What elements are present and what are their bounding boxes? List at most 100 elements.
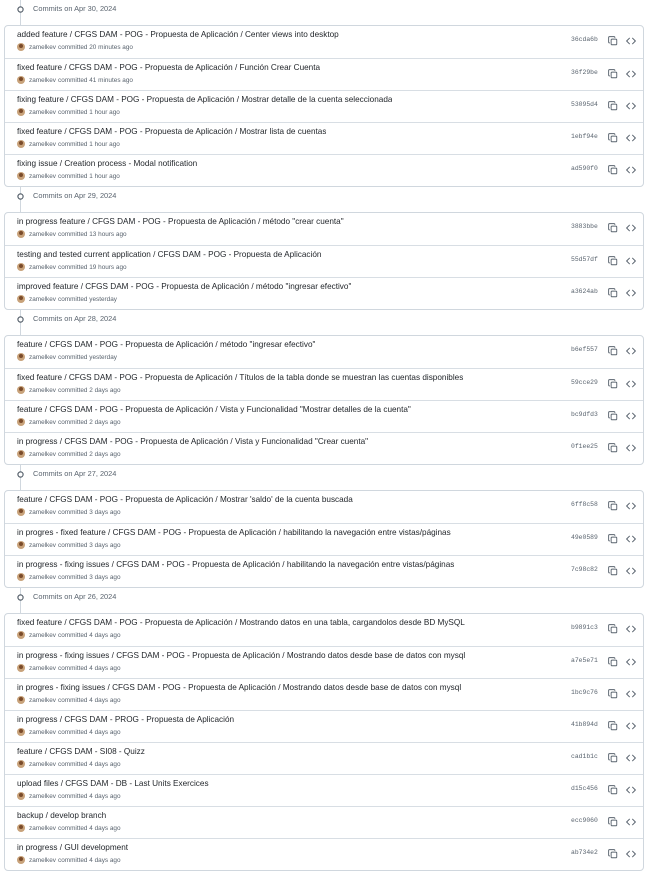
commit-sha-link[interactable]: a7e5e71 [571,657,598,664]
copy-icon[interactable] [607,410,618,421]
avatar[interactable] [17,295,25,303]
commit-title-link[interactable]: feature / CFGS DAM - SI08 - Quizz [17,747,145,756]
avatar[interactable] [17,353,25,361]
commit-sha-link[interactable]: b9891c3 [571,624,598,631]
copy-icon[interactable] [607,255,618,266]
commit-sha-link[interactable]: 6ff8c58 [571,501,598,508]
commit-author[interactable]: zamelkev [29,665,56,672]
code-icon[interactable] [625,345,636,356]
avatar[interactable] [17,418,25,426]
avatar[interactable] [17,140,25,148]
copy-icon[interactable] [607,688,618,699]
code-icon[interactable] [625,623,636,634]
code-icon[interactable] [625,533,636,544]
commit-author[interactable]: zamelkev [29,542,56,549]
copy-icon[interactable] [607,720,618,731]
avatar[interactable] [17,450,25,458]
code-icon[interactable] [625,656,636,667]
code-icon[interactable] [625,752,636,763]
commit-author[interactable]: zamelkev [29,173,56,180]
commit-title-link[interactable]: testing and tested current application /… [17,250,321,259]
copy-icon[interactable] [607,752,618,763]
copy-icon[interactable] [607,565,618,576]
commit-sha-link[interactable]: a3624ab [571,288,598,295]
commit-title-link[interactable]: fixed feature / CFGS DAM - POG - Propues… [17,618,465,627]
commit-sha-link[interactable]: cad1b1c [571,753,598,760]
code-icon[interactable] [625,688,636,699]
commit-title-link[interactable]: improved feature / CFGS DAM - POG - Prop… [17,282,351,291]
avatar[interactable] [17,76,25,84]
commit-author[interactable]: zamelkev [29,761,56,768]
commit-sha-link[interactable]: d15c456 [571,785,598,792]
commit-sha-link[interactable]: 55d57df [571,256,598,263]
copy-icon[interactable] [607,784,618,795]
commit-author[interactable]: zamelkev [29,793,56,800]
copy-icon[interactable] [607,816,618,827]
commit-sha-link[interactable]: b6ef557 [571,346,598,353]
copy-icon[interactable] [607,500,618,511]
commit-title-link[interactable]: feature / CFGS DAM - POG - Propuesta de … [17,340,315,349]
avatar[interactable] [17,760,25,768]
copy-icon[interactable] [607,442,618,453]
code-icon[interactable] [625,164,636,175]
code-icon[interactable] [625,784,636,795]
commit-sha-link[interactable]: 36f29be [571,69,598,76]
code-icon[interactable] [625,720,636,731]
copy-icon[interactable] [607,533,618,544]
commit-sha-link[interactable]: ecc9060 [571,817,598,824]
code-icon[interactable] [625,848,636,859]
avatar[interactable] [17,573,25,581]
avatar[interactable] [17,631,25,639]
commit-author[interactable]: zamelkev [29,857,56,864]
commit-title-link[interactable]: in progress feature / CFGS DAM - POG - P… [17,217,344,226]
code-icon[interactable] [625,442,636,453]
commit-author[interactable]: zamelkev [29,231,56,238]
code-icon[interactable] [625,565,636,576]
commit-author[interactable]: zamelkev [29,109,56,116]
avatar[interactable] [17,263,25,271]
code-icon[interactable] [625,100,636,111]
code-icon[interactable] [625,132,636,143]
commit-author[interactable]: zamelkev [29,387,56,394]
commit-title-link[interactable]: in progress / CFGS DAM - POG - Propuesta… [17,437,368,446]
commit-title-link[interactable]: added feature / CFGS DAM - POG - Propues… [17,30,339,39]
copy-icon[interactable] [607,35,618,46]
avatar[interactable] [17,508,25,516]
commit-author[interactable]: zamelkev [29,296,56,303]
commit-sha-link[interactable]: 7c98c82 [571,566,598,573]
commit-sha-link[interactable]: ad590f0 [571,165,598,172]
avatar[interactable] [17,792,25,800]
copy-icon[interactable] [607,623,618,634]
copy-icon[interactable] [607,100,618,111]
copy-icon[interactable] [607,656,618,667]
code-icon[interactable] [625,500,636,511]
copy-icon[interactable] [607,68,618,79]
avatar[interactable] [17,728,25,736]
commit-title-link[interactable]: in progress / GUI development [17,843,128,852]
commit-author[interactable]: zamelkev [29,264,56,271]
commit-title-link[interactable]: feature / CFGS DAM - POG - Propuesta de … [17,495,353,504]
commit-title-link[interactable]: fixed feature / CFGS DAM - POG - Propues… [17,373,463,382]
commit-author[interactable]: zamelkev [29,44,56,51]
commit-sha-link[interactable]: ab734e2 [571,849,598,856]
commit-sha-link[interactable]: 0f1ee25 [571,443,598,450]
code-icon[interactable] [625,287,636,298]
commit-title-link[interactable]: in progress - fixing issues / CFGS DAM -… [17,560,454,569]
commit-title-link[interactable]: in progres - fixing issues / CFGS DAM - … [17,683,461,692]
commit-title-link[interactable]: in progress / CFGS DAM - PROG - Propuest… [17,715,234,724]
commit-sha-link[interactable]: 36cda6b [571,36,598,43]
commit-author[interactable]: zamelkev [29,419,56,426]
code-icon[interactable] [625,35,636,46]
commit-title-link[interactable]: upload files / CFGS DAM - DB - Last Unit… [17,779,209,788]
code-icon[interactable] [625,255,636,266]
commit-author[interactable]: zamelkev [29,729,56,736]
commit-title-link[interactable]: fixing issue / Creation process - Modal … [17,159,197,168]
avatar[interactable] [17,856,25,864]
commit-author[interactable]: zamelkev [29,354,56,361]
code-icon[interactable] [625,68,636,79]
commit-author[interactable]: zamelkev [29,697,56,704]
commit-title-link[interactable]: fixing feature / CFGS DAM - POG - Propue… [17,95,392,104]
avatar[interactable] [17,108,25,116]
commit-author[interactable]: zamelkev [29,141,56,148]
commit-author[interactable]: zamelkev [29,825,56,832]
